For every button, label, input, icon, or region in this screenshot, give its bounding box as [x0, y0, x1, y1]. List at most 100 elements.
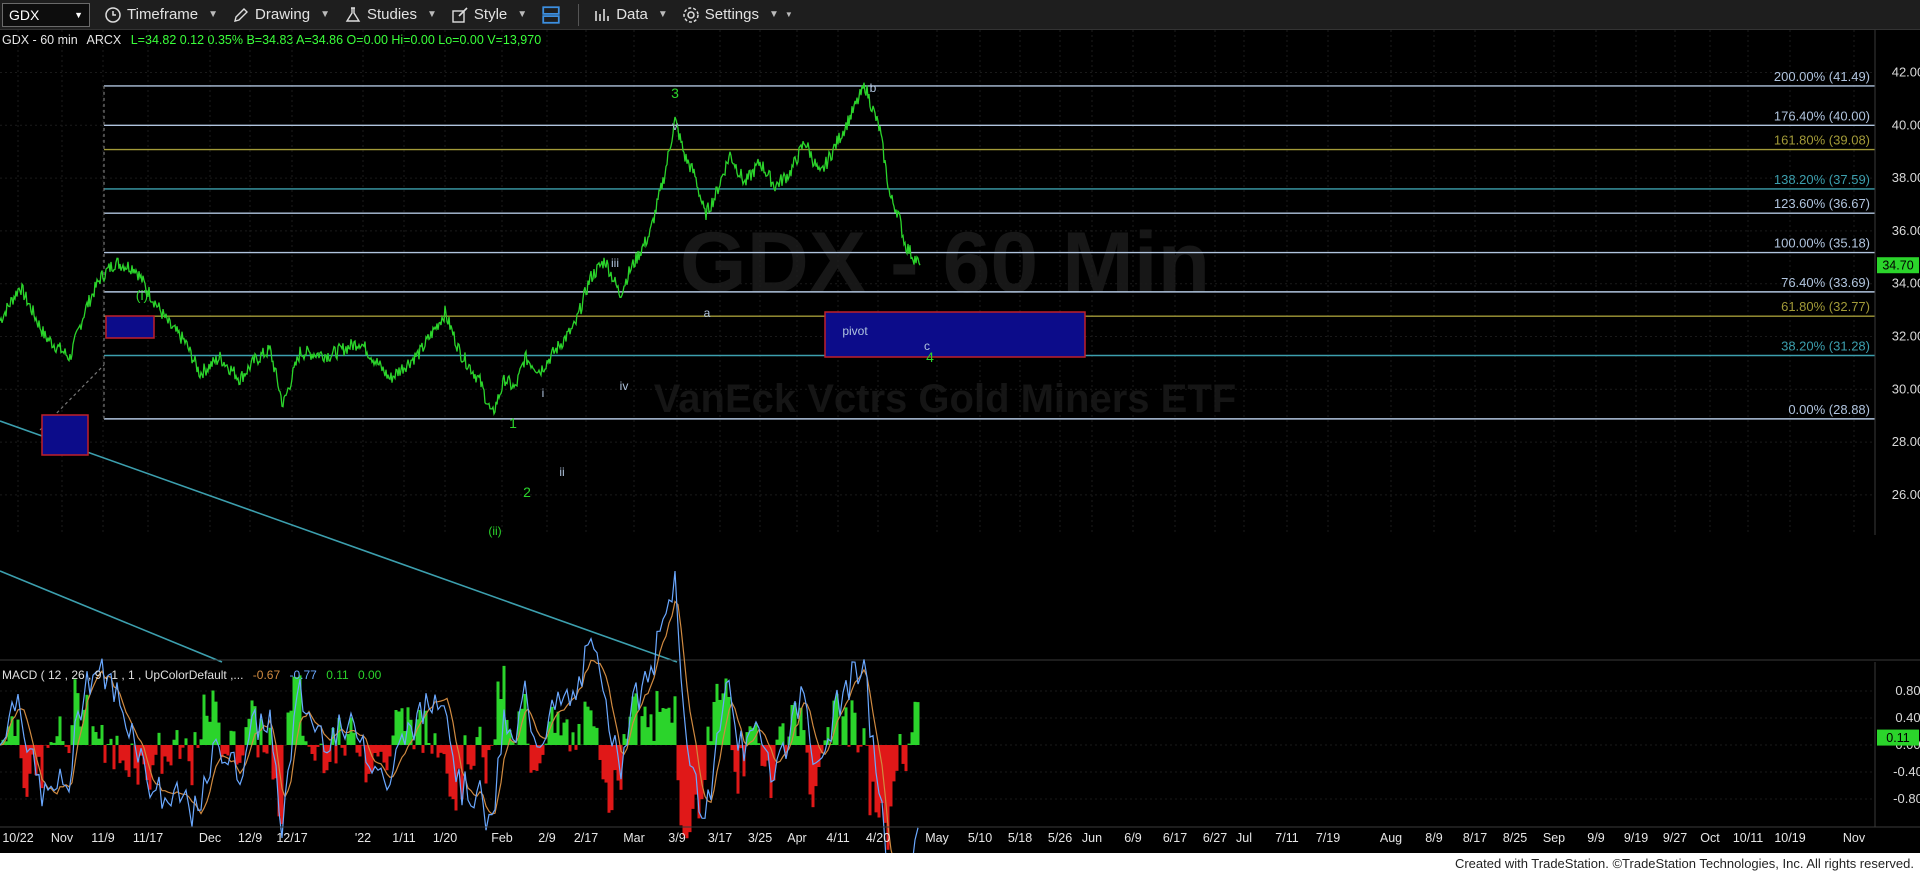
x-tick-label: Feb — [491, 831, 513, 845]
drawing-menu[interactable]: Drawing ▼ — [232, 6, 330, 24]
fib-level-label: 100.00% (35.18) — [1774, 236, 1870, 251]
x-tick-label: 8/9 — [1425, 831, 1442, 845]
x-tick-label: Sep — [1543, 831, 1565, 845]
wave-label: b — [870, 81, 877, 95]
x-tick-label: May — [925, 831, 949, 845]
wave-label: 2 — [523, 484, 531, 500]
y-tick-label: 34.00 — [1892, 276, 1920, 291]
pencil-icon — [234, 7, 249, 22]
trendline-upper — [0, 420, 678, 663]
time-axis: 10/22 Nov 11/9 11/17 Dec 12/9 12/17 '22 1/11 1/20… — [0, 826, 1920, 845]
x-tick-label: 2/9 — [538, 831, 555, 845]
wave-label: i — [542, 386, 545, 400]
x-tick-label: 8/25 — [1503, 831, 1527, 845]
trendline-lower — [0, 570, 223, 663]
x-tick-label: 8/17 — [1463, 831, 1487, 845]
x-tick-label: 5/18 — [1008, 831, 1032, 845]
data-label: Data — [616, 6, 648, 23]
chart-header: GDX - 60 min ARCX L=34.82 0.12 0.35% B=3… — [2, 33, 541, 47]
fib-level-label: 38.20% (31.28) — [1781, 339, 1870, 354]
y-tick-label: 30.00 — [1892, 381, 1920, 396]
x-tick-label: 1/11 — [392, 831, 415, 845]
x-tick-label: 5/26 — [1048, 831, 1072, 845]
x-tick-label: Jul — [1236, 831, 1252, 845]
fib-level-label: 123.60% (36.67) — [1774, 196, 1870, 211]
macd-y-tick-label: 0.80 — [1895, 683, 1920, 698]
x-tick-label: 2/17 — [574, 831, 598, 845]
symbol-value: GDX — [9, 6, 40, 23]
layout-button[interactable] — [541, 5, 566, 25]
x-tick-label: Dec — [199, 831, 221, 845]
macd-header: MACD ( 12 , 26 , 9 , 1 , 1 , UpColorDefa… — [2, 668, 382, 682]
symbol-dropdown[interactable]: GDX ▼ — [2, 2, 90, 27]
watermark-name: VanEck Vctrs Gold Miners ETF — [654, 377, 1236, 421]
window-layout-icon — [542, 5, 560, 24]
bar-chart-icon — [595, 8, 609, 21]
x-tick-label: 6/9 — [1124, 831, 1141, 845]
wave-label: pivot — [842, 324, 868, 338]
x-tick-label: 4/20 — [866, 831, 890, 845]
style-brush-icon — [452, 6, 468, 23]
x-tick-label: 9/19 — [1624, 831, 1648, 845]
price-chart[interactable]: GDX - 60 min ARCX L=34.82 0.12 0.35% B=3… — [0, 30, 1920, 853]
wave-label: v — [672, 119, 678, 133]
price-axis: 42.00 40.00 38.00 36.00 34.00 32.00 30.00 28.00… — [1874, 30, 1920, 535]
x-tick-label: 12/17 — [276, 831, 307, 845]
caret-down-icon: ▼ — [427, 9, 437, 20]
drawing-label: Drawing — [255, 6, 311, 23]
y-tick-label: 36.00 — [1892, 223, 1920, 238]
x-tick-label: 9/27 — [1663, 831, 1687, 845]
x-tick-label: 3/25 — [748, 831, 772, 845]
macd-value: -0.67 — [253, 668, 281, 682]
extra-value: 0.00 — [358, 668, 382, 682]
caret-down-icon: ▼ — [208, 9, 219, 20]
x-tick-label: 7/19 — [1316, 831, 1340, 845]
wave-label: c — [924, 339, 930, 353]
x-tick-label: 11/17 — [133, 831, 163, 845]
x-tick-label: 10/19 — [1774, 831, 1805, 845]
y-tick-label: 40.00 — [1892, 117, 1920, 132]
x-tick-label: 6/17 — [1163, 831, 1187, 845]
settings-menu[interactable]: Settings ▼ ▼ — [682, 6, 793, 24]
macd-y-tick-label: -0.80 — [1893, 791, 1920, 806]
macd-last-label: 0.11 — [1886, 731, 1909, 745]
flask-icon — [345, 6, 361, 22]
y-tick-label: 32.00 — [1892, 329, 1920, 344]
macd-label: MACD ( 12 , 26 , 9 , 1 , 1 , UpColorDefa… — [2, 668, 243, 682]
chart-title: GDX - 60 min — [2, 33, 78, 47]
wave-label: (i) — [136, 287, 148, 303]
more-caret-icon: ▼ — [784, 10, 793, 19]
y-tick-label: 26.00 — [1892, 487, 1920, 502]
fib-level-label: 0.00% (28.88) — [1788, 402, 1870, 417]
x-tick-label: 10/11 — [1733, 831, 1763, 845]
y-tick-label: 28.00 — [1892, 434, 1920, 449]
last-price-label: 34.70 — [1882, 259, 1913, 273]
macd-panel: 0.80 0.40 0.00 -0.40 -0.80 0.11 — [0, 570, 1920, 853]
signal-value: -0.77 — [289, 668, 317, 682]
caret-down-icon: ▼ — [517, 9, 528, 20]
x-tick-label: 3/17 — [708, 831, 732, 845]
x-tick-label: '22 — [355, 831, 371, 845]
data-menu[interactable]: Data ▼ — [593, 6, 668, 24]
x-tick-label: 5/10 — [968, 831, 992, 845]
x-tick-label: Oct — [1700, 831, 1720, 845]
x-tick-label: Apr — [787, 831, 806, 845]
fib-level-label: 138.20% (37.59) — [1774, 172, 1870, 187]
fib-level-label: 161.80% (39.08) — [1774, 133, 1870, 148]
trendlines-layer — [0, 364, 678, 663]
timeframe-menu[interactable]: Timeframe ▼ — [104, 6, 218, 24]
fib-level-label: 200.00% (41.49) — [1774, 69, 1870, 84]
x-tick-label: Mar — [623, 831, 645, 845]
macd-y-tick-label: 0.40 — [1895, 710, 1920, 725]
macd-line — [0, 570, 919, 853]
studies-menu[interactable]: Studies ▼ — [344, 6, 437, 24]
x-tick-label: 10/22 — [2, 831, 33, 845]
style-label: Style — [473, 6, 508, 23]
x-tick-label: 7/11 — [1275, 831, 1298, 845]
style-menu[interactable]: Style ▼ — [451, 6, 527, 24]
wave-label: iv — [620, 379, 629, 393]
left-box — [41, 414, 89, 456]
wave-label: 1 — [509, 415, 517, 431]
footer-credit: Created with TradeStation. ©TradeStation… — [0, 853, 1920, 875]
x-tick-label: Nov — [51, 831, 74, 845]
